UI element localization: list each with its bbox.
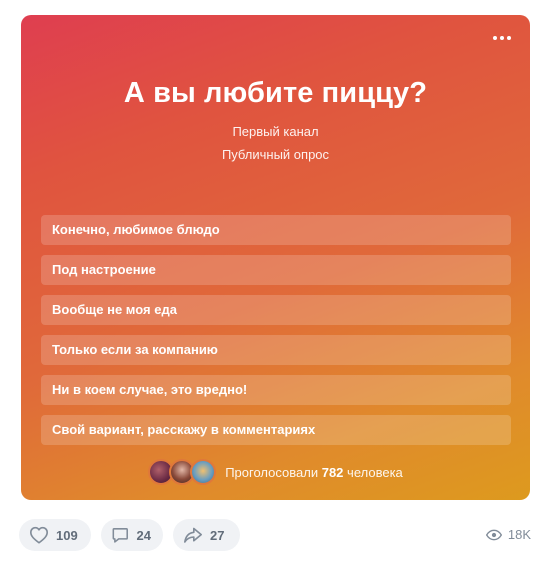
views-counter: 18K: [485, 527, 531, 542]
shares-count: 27: [210, 527, 225, 543]
voters-count-text: Проголосовали 782 человека: [225, 465, 403, 480]
poll-type: Публичный опрос: [221, 147, 330, 162]
poll-options: Конечно, любимое блюдо Под настроение Во…: [41, 215, 511, 455]
poll-option[interactable]: Только если за компанию: [41, 335, 511, 365]
views-count: 18K: [507, 527, 531, 542]
poll-title: А вы любите пиццу?: [123, 77, 428, 109]
voter-avatars: [148, 459, 217, 485]
poll-option[interactable]: Вообще не моя еда: [41, 295, 511, 325]
likes-count: 109: [56, 527, 78, 543]
avatar: [190, 459, 217, 485]
voters-suffix: человека: [347, 464, 403, 480]
poll-option[interactable]: Ни в коем случае, это вредно!: [41, 375, 511, 405]
comment-icon: [112, 528, 128, 543]
poll-card: А вы любите пиццу? Первый канал Публичны…: [21, 15, 530, 500]
poll-option[interactable]: Под настроение: [41, 255, 511, 285]
more-menu-icon[interactable]: [490, 29, 514, 47]
poll-option[interactable]: Конечно, любимое блюдо: [41, 215, 511, 245]
poll-author[interactable]: Первый канал: [21, 124, 530, 139]
comment-button[interactable]: 24: [101, 519, 163, 551]
comments-count: 24: [136, 527, 151, 543]
post-actions: 109 24 27: [19, 519, 240, 551]
like-button[interactable]: 109: [19, 519, 91, 551]
poll-option[interactable]: Свой вариант, расскажу в комментариях: [41, 415, 511, 445]
poll-voters[interactable]: Проголосовали 782 человека: [21, 459, 530, 485]
voters-prefix: Проголосовали: [225, 464, 319, 480]
heart-icon: [30, 526, 48, 544]
post: А вы любите пиццу? Первый канал Публичны…: [0, 0, 548, 563]
eye-icon: [485, 529, 502, 540]
share-button[interactable]: 27: [173, 519, 240, 551]
voters-count: 782: [321, 464, 344, 480]
share-arrow-icon: [184, 527, 202, 543]
